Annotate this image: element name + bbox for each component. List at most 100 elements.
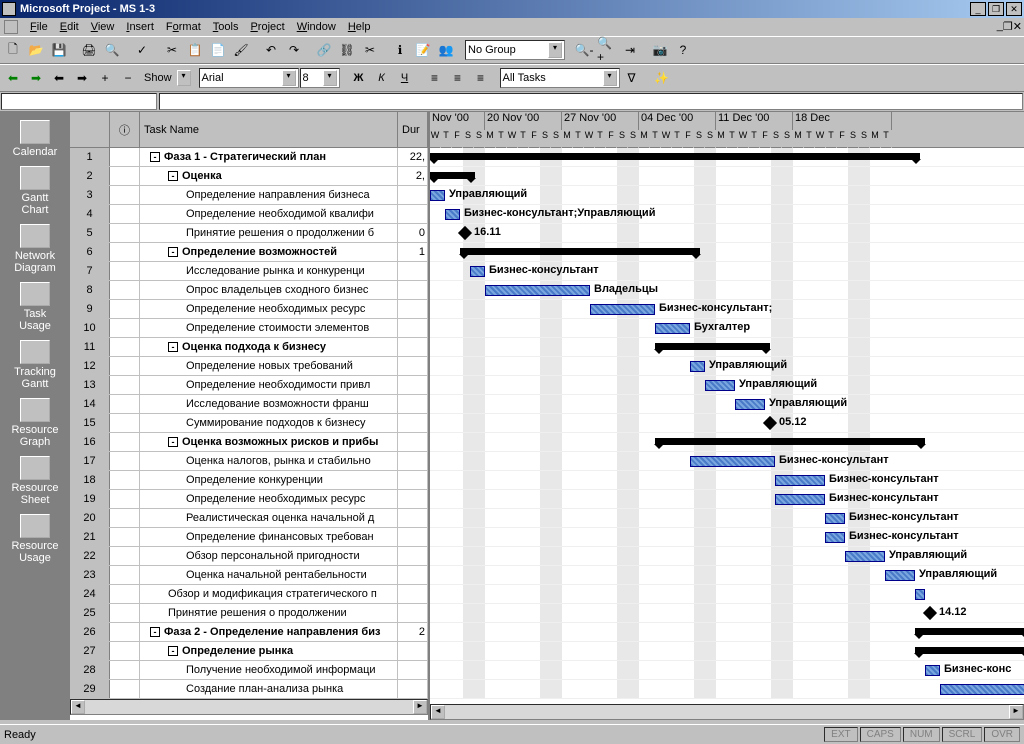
task-row[interactable]: 14Исследование возможности франш [70, 395, 428, 414]
duration-cell[interactable] [398, 680, 428, 698]
menu-file[interactable]: File [24, 19, 54, 35]
row-number[interactable]: 22 [70, 547, 110, 565]
row-number[interactable]: 3 [70, 186, 110, 204]
view-resource-graph[interactable]: Resource Graph [7, 398, 63, 448]
milestone-icon[interactable] [923, 606, 937, 620]
duration-cell[interactable] [398, 376, 428, 394]
summary-bar[interactable] [915, 647, 1024, 654]
task-row[interactable]: 17Оценка налогов, рынка и стабильно [70, 452, 428, 471]
task-row[interactable]: 12 Определение новых требований [70, 357, 428, 376]
gantt-row[interactable]: 16.11 [430, 224, 1024, 243]
task-row[interactable]: 20Реалистическая оценка начальной д [70, 509, 428, 528]
doc-restore-button[interactable]: ❐ [1003, 20, 1013, 33]
taskname-col-header[interactable]: Task Name [140, 112, 398, 147]
spelling-button[interactable]: ✓ [131, 39, 153, 61]
gantt-row[interactable]: Бухгалтер [430, 319, 1024, 338]
autofilter-button[interactable]: ∇ [621, 67, 643, 89]
task-row[interactable]: 24Обзор и модификация стратегического п [70, 585, 428, 604]
maximize-button[interactable]: ❐ [988, 2, 1004, 16]
nav-fwd-button[interactable]: ➡ [25, 67, 47, 89]
task-bar[interactable] [915, 589, 925, 600]
row-number[interactable]: 26 [70, 623, 110, 641]
task-row[interactable]: 10Определение стоимости элементов [70, 319, 428, 338]
gantt-row[interactable]: Владельцы [430, 281, 1024, 300]
gantt-row[interactable]: Управляющий [430, 357, 1024, 376]
summary-bar[interactable] [915, 628, 1024, 635]
task-row[interactable]: 16-Оценка возможных рисков и прибы [70, 433, 428, 452]
task-row[interactable]: 26-Фаза 2 - Определение направления биз2 [70, 623, 428, 642]
row-number[interactable]: 17 [70, 452, 110, 470]
row-number[interactable]: 12 [70, 357, 110, 375]
duration-cell[interactable] [398, 471, 428, 489]
gantt-row[interactable]: Управляющий [430, 395, 1024, 414]
italic-button[interactable]: К [371, 67, 393, 89]
task-bar[interactable] [825, 532, 845, 543]
doc-close-button[interactable]: ✕ [1013, 20, 1022, 33]
row-number[interactable]: 15 [70, 414, 110, 432]
gantt-row[interactable]: Бизнес-консультант [430, 452, 1024, 471]
summary-bar[interactable] [430, 172, 475, 179]
row-number[interactable]: 16 [70, 433, 110, 451]
gantt-row[interactable]: 05.12 [430, 414, 1024, 433]
cell-content[interactable] [159, 93, 1023, 110]
row-number[interactable]: 10 [70, 319, 110, 337]
row-number[interactable]: 25 [70, 604, 110, 622]
gantt-row[interactable] [430, 167, 1024, 186]
gantt-row[interactable] [430, 585, 1024, 604]
duration-cell[interactable]: 1 [398, 243, 428, 261]
undo-button[interactable]: ↶ [260, 39, 282, 61]
task-row[interactable]: 15Суммирование подходов к бизнесу [70, 414, 428, 433]
duration-cell[interactable] [398, 452, 428, 470]
duration-cell[interactable] [398, 205, 428, 223]
task-row[interactable]: 9Определение необходимых ресурс [70, 300, 428, 319]
view-gantt-chart[interactable]: Gantt Chart [7, 166, 63, 216]
assign-button[interactable]: 👥 [435, 39, 457, 61]
row-number[interactable]: 21 [70, 528, 110, 546]
task-bar[interactable] [885, 570, 915, 581]
task-name-cell[interactable]: -Фаза 2 - Определение направления биз [140, 623, 398, 641]
row-number[interactable]: 8 [70, 281, 110, 299]
duration-cell[interactable] [398, 604, 428, 622]
task-row[interactable]: 28Получение необходимой информаци [70, 661, 428, 680]
duration-cell[interactable] [398, 319, 428, 337]
duration-cell[interactable] [398, 433, 428, 451]
show-subtasks-button[interactable]: + [94, 67, 116, 89]
summary-bar[interactable] [430, 153, 920, 160]
task-row[interactable]: 27-Определение рынка [70, 642, 428, 661]
duration-cell[interactable]: 22, [398, 148, 428, 166]
task-row[interactable]: 11-Оценка подхода к бизнесу [70, 338, 428, 357]
duration-cell[interactable] [398, 585, 428, 603]
task-row[interactable]: 19Определение необходимых ресурс [70, 490, 428, 509]
preview-button[interactable]: 🔍 [101, 39, 123, 61]
row-number[interactable]: 7 [70, 262, 110, 280]
task-bar[interactable] [590, 304, 655, 315]
task-bar[interactable] [735, 399, 765, 410]
print-button[interactable]: 🖨 [78, 39, 100, 61]
row-number[interactable]: 28 [70, 661, 110, 679]
row-number[interactable]: 1 [70, 148, 110, 166]
task-bar[interactable] [825, 513, 845, 524]
gantt-row[interactable] [430, 148, 1024, 167]
copy-button[interactable]: 📋 [184, 39, 206, 61]
zoom-in-button[interactable]: 🔍+ [596, 39, 618, 61]
task-row[interactable]: 25Принятие решения о продолжении [70, 604, 428, 623]
info-button[interactable]: ℹ [389, 39, 411, 61]
duration-cell[interactable] [398, 186, 428, 204]
view-resource-usage[interactable]: Resource Usage [7, 514, 63, 564]
bold-button[interactable]: Ж [348, 67, 370, 89]
task-name-cell[interactable]: Определение направления бизнеса [140, 186, 398, 204]
row-number[interactable]: 24 [70, 585, 110, 603]
task-name-cell[interactable]: Определение новых требований [140, 357, 398, 375]
gantt-row[interactable]: Бизнес-конс [430, 661, 1024, 680]
cut-button[interactable]: ✂ [161, 39, 183, 61]
paste-button[interactable]: 📄 [207, 39, 229, 61]
menu-project[interactable]: Project [244, 19, 290, 35]
gantt-row[interactable]: 14.12 [430, 604, 1024, 623]
task-name-cell[interactable]: Реалистическая оценка начальной д [140, 509, 398, 527]
task-bar[interactable] [655, 323, 690, 334]
task-name-cell[interactable]: -Оценка подхода к бизнесу [140, 338, 398, 356]
new-button[interactable]: 🗋 [2, 39, 24, 61]
view-resource-sheet[interactable]: Resource Sheet [7, 456, 63, 506]
duration-cell[interactable] [398, 642, 428, 660]
task-name-cell[interactable]: Определение необходимых ресурс [140, 300, 398, 318]
